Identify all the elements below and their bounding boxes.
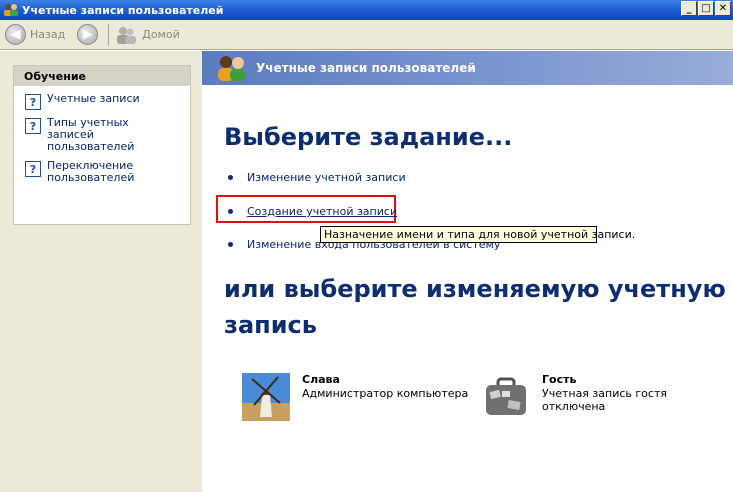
users-home-icon — [115, 25, 137, 45]
sidebar-item-switch-users[interactable]: ? Переключение пользователей — [14, 160, 190, 184]
toolbar-separator — [108, 23, 110, 46]
account-slava[interactable]: Слава Администратор компьютера — [242, 373, 468, 421]
learn-about-heading: Обучение — [14, 66, 190, 86]
home-label: Домой — [142, 28, 180, 41]
account-name: Слава — [302, 373, 340, 386]
sidebar-item-user-accounts[interactable]: ? Учетные записи — [14, 93, 190, 110]
pick-task-heading: Выберите задание... — [224, 123, 513, 151]
header-band: Учетные записи пользователей — [202, 51, 733, 85]
back-arrow-icon: ◀ — [5, 24, 26, 45]
window-title: Учетные записи пользователей — [22, 3, 224, 17]
close-button[interactable]: ✕ — [715, 1, 731, 16]
back-label: Назад — [30, 28, 66, 41]
bullet-icon — [228, 242, 233, 247]
toolbar: ◀ Назад ▶ Домой — [0, 20, 733, 50]
title-bar: Учетные записи пользователей _ □ ✕ — [0, 0, 733, 20]
sidebar-item-label: Переключение пользователей — [47, 159, 135, 184]
forward-arrow-icon: ▶ — [77, 24, 99, 45]
main-content: Выберите задание... Изменение учетной за… — [202, 85, 733, 492]
suitcase-icon — [482, 373, 530, 421]
learn-about-panel: Обучение ? Учетные записи ? Типы учетных… — [13, 65, 191, 225]
account-status: отключена — [542, 400, 606, 413]
sidebar-item-account-types[interactable]: ? Типы учетных записей пользователей — [14, 117, 190, 153]
task-link[interactable]: Изменение учетной записи — [247, 171, 406, 184]
task-create-account[interactable]: Создание учетной записи — [228, 205, 397, 218]
account-description: Учетная запись гостя — [542, 387, 667, 400]
maximize-button[interactable]: □ — [698, 1, 714, 16]
bullet-icon — [228, 209, 233, 214]
bullet-icon — [228, 175, 233, 180]
pick-account-heading-line2: запись — [224, 311, 317, 339]
account-description: Администратор компьютера — [302, 387, 469, 400]
pick-account-heading: или выберите изменяемую учетную — [224, 275, 726, 303]
user-accounts-icon — [216, 54, 248, 82]
user-accounts-app-icon — [3, 3, 19, 17]
forward-button[interactable]: ▶ — [77, 24, 102, 45]
tooltip: Назначение имени и типа для новой учетно… — [320, 226, 635, 243]
help-icon: ? — [25, 118, 41, 134]
back-button[interactable]: ◀ Назад — [5, 24, 65, 45]
task-change-account[interactable]: Изменение учетной записи — [228, 171, 406, 184]
home-button[interactable]: Домой — [115, 25, 180, 45]
sidebar-item-label: Типы учетных записей пользователей — [47, 116, 135, 153]
windmill-picture-icon — [242, 373, 290, 421]
help-icon: ? — [25, 94, 41, 110]
task-link[interactable]: Создание учетной записи — [247, 205, 397, 218]
account-guest[interactable]: Гость Учетная запись гостя отключена — [482, 373, 667, 421]
account-name: Гость — [542, 373, 577, 386]
help-icon: ? — [25, 161, 41, 177]
sidebar-item-label: Учетные записи — [47, 92, 140, 105]
minimize-button[interactable]: _ — [681, 1, 697, 16]
left-pane: Обучение ? Учетные записи ? Типы учетных… — [0, 51, 202, 492]
header-title: Учетные записи пользователей — [256, 61, 476, 75]
